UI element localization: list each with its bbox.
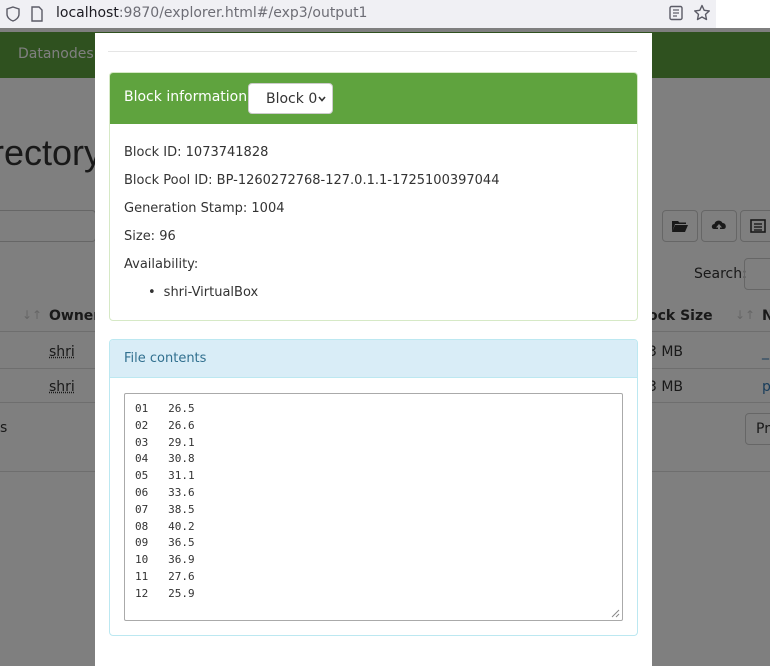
chevron-down-icon — [318, 96, 326, 102]
url-text[interactable]: localhost:9870/explorer.html#/exp3/outpu… — [56, 5, 367, 21]
browser-url-bar: localhost:9870/explorer.html#/exp3/outpu… — [0, 0, 770, 28]
file-line: 10 36.9 — [135, 553, 195, 567]
availability-list: shri-VirtualBox — [148, 279, 499, 307]
shield-icon[interactable] — [6, 6, 20, 22]
block-pool-id: Block Pool ID: BP-1260272768-127.0.1.1-1… — [124, 173, 500, 188]
url-path: :9870/explorer.html#/exp3/output1 — [118, 5, 368, 21]
page-icon — [31, 6, 43, 22]
file-line: 09 36.5 — [135, 536, 195, 550]
modal-header-divider — [108, 51, 637, 52]
file-line: 07 38.5 — [135, 502, 195, 516]
file-line: 02 26.6 — [135, 418, 195, 432]
block-id: Block ID: 1073741828 — [124, 145, 269, 160]
file-line: 08 40.2 — [135, 519, 195, 533]
file-line: 11 27.6 — [135, 569, 195, 583]
file-line: 05 31.1 — [135, 469, 195, 483]
file-line: 12 25.9 — [135, 586, 195, 600]
block-information-title: Block information -- — [124, 89, 262, 105]
block-select-value: Block 0 — [266, 91, 318, 107]
reader-view-icon[interactable] — [668, 5, 684, 21]
block-information-body: Block ID: 1073741828 Block Pool ID: BP-1… — [124, 139, 499, 307]
block-size: Size: 96 — [124, 229, 176, 244]
file-contents-panel: File contents 01 26.5 02 26.6 03 29.1 04 30… — [109, 339, 638, 636]
file-contents-title: File contents — [124, 351, 207, 366]
file-contents-header: File contents — [110, 340, 637, 378]
file-contents-text: 01 26.5 02 26.6 03 29.1 04 30.8 05 31.1 06 33… — [135, 401, 195, 603]
block-select[interactable]: Block 0 — [248, 83, 333, 114]
file-line: 01 26.5 — [135, 402, 195, 415]
file-line: 03 29.1 — [135, 435, 195, 449]
availability-item: shri-VirtualBox — [148, 279, 499, 307]
generation-stamp: Generation Stamp: 1004 — [124, 201, 285, 216]
block-information-header: Block information -- Block 0 — [110, 73, 637, 124]
file-line: 04 30.8 — [135, 452, 195, 466]
toolbar-blank — [716, 0, 770, 28]
url-host: localhost — [56, 5, 119, 21]
bookmark-star-icon[interactable] — [693, 4, 711, 22]
block-information-panel: Block information -- Block 0 Block ID: 1… — [109, 72, 638, 321]
availability-label: Availability: — [124, 257, 199, 272]
file-line: 06 33.6 — [135, 485, 195, 499]
resize-grip-icon[interactable] — [611, 609, 620, 618]
file-info-modal: Block information -- Block 0 Block ID: 1… — [95, 33, 652, 666]
file-contents-textarea[interactable]: 01 26.5 02 26.6 03 29.1 04 30.8 05 31.1 06 33… — [124, 393, 623, 621]
